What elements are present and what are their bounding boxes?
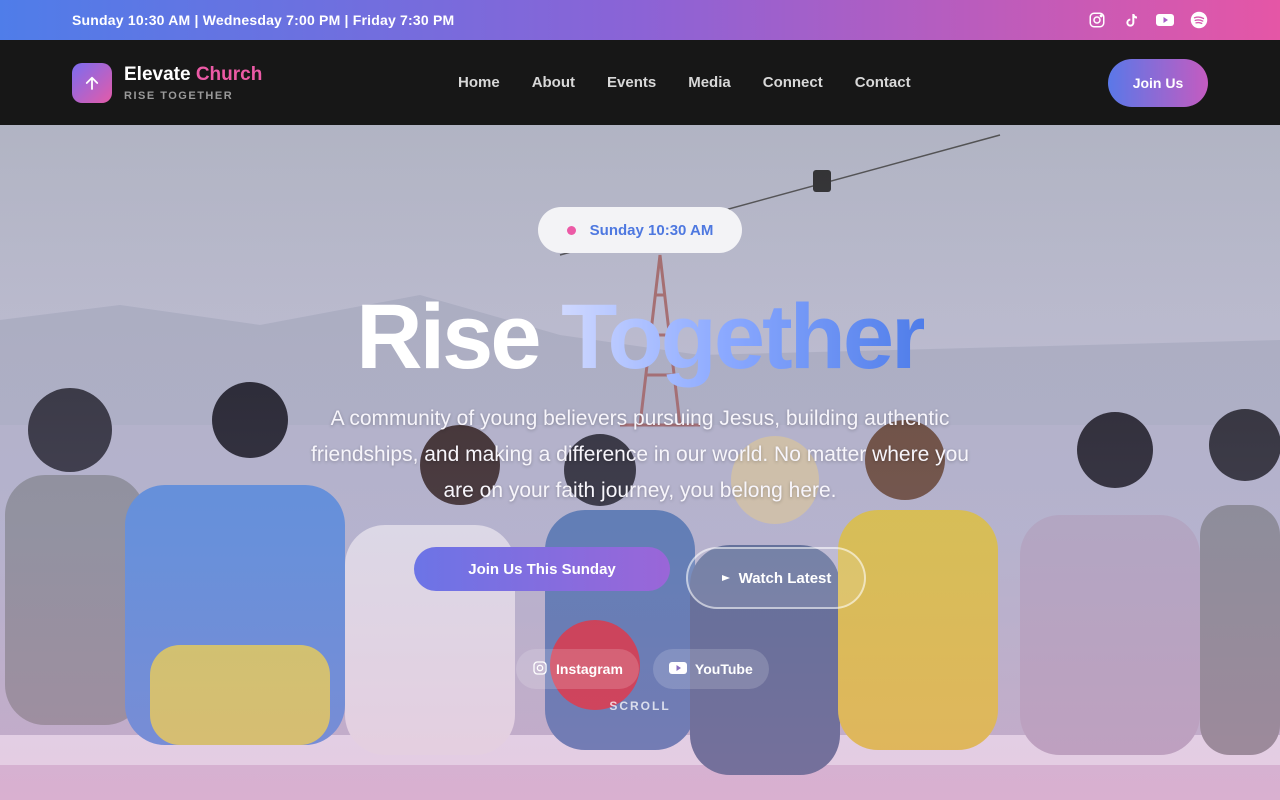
arrow-up-icon	[72, 62, 112, 103]
headline-word-1: Rise	[356, 286, 541, 388]
nav-item-home[interactable]: Home	[458, 74, 500, 91]
hero-social-links: Instagram YouTube	[516, 649, 769, 689]
hero-description: A community of young believers pursuing …	[311, 407, 969, 502]
brand-name-first: Elevate	[124, 63, 191, 85]
watch-latest-button[interactable]: Watch Latest	[686, 547, 866, 609]
youtube-icon[interactable]	[1156, 11, 1174, 29]
hero-instagram-link[interactable]: Instagram	[516, 649, 639, 689]
social-links	[1088, 11, 1208, 29]
service-time-badge-text: Sunday 10:30 AM	[589, 221, 714, 239]
top-info-bar: Sunday 10:30 AM | Wednesday 7:00 PM | Fr…	[0, 0, 1280, 40]
instagram-icon[interactable]	[1088, 11, 1106, 29]
brand[interactable]: Elevate Church RISE TOGETHER	[72, 62, 412, 103]
brand-tagline: RISE TOGETHER	[124, 89, 234, 102]
nav-item-events[interactable]: Events	[607, 74, 656, 91]
nav-menu: Home About Events Media Connect Contact	[458, 74, 911, 91]
service-times: Sunday 10:30 AM | Wednesday 7:00 PM | Fr…	[72, 12, 455, 28]
nav-item-connect[interactable]: Connect	[763, 74, 823, 91]
brand-name-accent: Church	[195, 63, 263, 85]
instagram-icon	[532, 660, 548, 679]
hero-youtube-label: YouTube	[694, 661, 753, 677]
join-us-sunday-button[interactable]: Join Us This Sunday	[414, 547, 670, 591]
brand-name: Elevate Church	[124, 64, 262, 86]
scroll-indicator[interactable]: SCROLL	[0, 699, 1280, 713]
hero-section: Sunday 10:30 AM Rise Together A communit…	[0, 125, 1280, 800]
nav-item-media[interactable]: Media	[688, 74, 731, 91]
nav-item-about[interactable]: About	[532, 74, 575, 91]
main-navigation: Elevate Church RISE TOGETHER Home About …	[0, 40, 1280, 125]
watch-latest-label: Watch Latest	[738, 569, 832, 587]
headline-word-2: Together	[561, 286, 927, 388]
youtube-icon	[668, 661, 687, 678]
hero-instagram-label: Instagram	[556, 661, 623, 677]
hero-headline: Rise Together	[0, 285, 1280, 389]
join-us-button[interactable]: Join Us	[1108, 58, 1208, 107]
nav-item-contact[interactable]: Contact	[855, 74, 911, 91]
live-dot-icon	[566, 225, 576, 235]
service-time-badge: Sunday 10:30 AM	[538, 207, 742, 253]
spotify-icon[interactable]	[1190, 11, 1208, 29]
hero-youtube-link[interactable]: YouTube	[652, 649, 769, 689]
tiktok-icon[interactable]	[1122, 11, 1140, 29]
play-icon	[721, 570, 731, 587]
